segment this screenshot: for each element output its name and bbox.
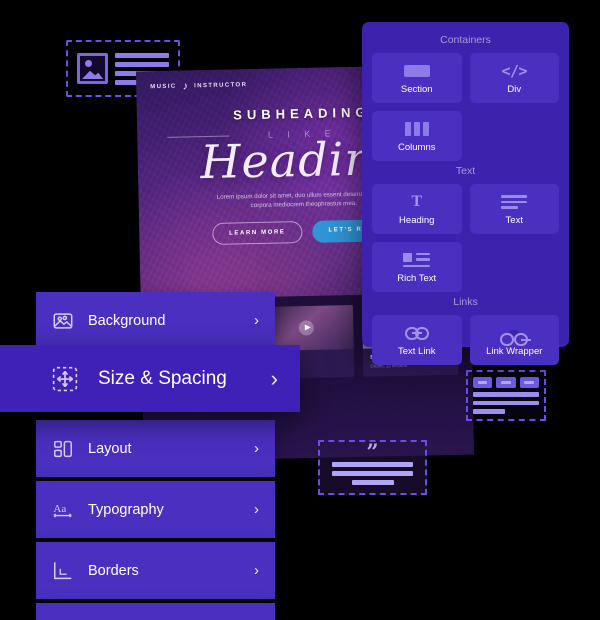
menu-item-borders[interactable]: Borders › xyxy=(36,542,275,599)
tile-label: Link Wrapper xyxy=(486,345,543,357)
settings-menu: Background › Size & Spacing › Layout › A… xyxy=(0,292,300,620)
section-title-text: Text xyxy=(455,165,476,177)
heading-t-icon: T xyxy=(411,193,423,210)
columns-icon xyxy=(404,120,429,139)
quote-mark-icon: ” xyxy=(366,439,379,464)
code-brackets-icon: </> xyxy=(501,62,528,80)
section-title-links: Links xyxy=(453,296,478,308)
link-wrapper-icon xyxy=(500,324,529,346)
nav-spacer xyxy=(253,83,369,85)
quote-bar xyxy=(331,471,414,476)
brand-right-text: INSTRUCTOR xyxy=(194,82,248,90)
text-grid: T Heading Text Rich Text xyxy=(372,184,559,292)
quote-bar xyxy=(331,462,414,467)
borders-icon xyxy=(52,560,74,582)
brand-left-text: MUSIC xyxy=(150,83,177,91)
tile-label: Div xyxy=(507,83,522,95)
columns-bar xyxy=(473,400,539,406)
tile-label: Rich Text xyxy=(397,272,437,284)
menu-item-label: Size & Spacing xyxy=(98,367,227,389)
quote-bar-short xyxy=(351,480,394,485)
screenshot-stage: MUSIC ♪ INSTRUCTOR CASES BLOG SUBHEADING… xyxy=(0,0,600,620)
menu-item-background[interactable]: Background › xyxy=(36,292,275,349)
tile-div[interactable]: </> Div xyxy=(469,53,559,103)
tile-label: Text Link xyxy=(398,345,436,357)
rich-text-icon xyxy=(403,251,431,270)
menu-item-label: Layout xyxy=(88,440,132,457)
chevron-right-icon: › xyxy=(254,562,259,579)
tile-section[interactable]: Section xyxy=(372,53,462,103)
tile-heading[interactable]: T Heading xyxy=(372,184,462,234)
brand-logo[interactable]: MUSIC ♪ INSTRUCTOR xyxy=(150,80,247,93)
move-arrows-icon xyxy=(52,366,78,392)
chevron-right-icon: › xyxy=(254,501,259,518)
section-icon xyxy=(403,62,430,81)
tile-label: Section xyxy=(400,83,433,95)
chevron-right-icon: › xyxy=(254,312,259,329)
svg-text:Aa: Aa xyxy=(53,502,66,514)
tile-label: Columns xyxy=(398,141,436,153)
tile-label: Heading xyxy=(399,214,435,226)
chevron-right-icon: › xyxy=(270,365,278,391)
menu-item-label: Typography xyxy=(88,501,164,518)
learn-more-button[interactable]: LEARN MORE xyxy=(211,221,303,245)
menu-item-typography[interactable]: Aa Typography › xyxy=(36,481,275,538)
typography-aa-icon: Aa xyxy=(52,499,74,521)
columns-placeholder[interactable] xyxy=(466,370,546,421)
tile-label: Text xyxy=(505,214,523,226)
links-grid: Text Link Link Wrapper xyxy=(372,315,559,365)
tile-rich-text[interactable]: Rich Text xyxy=(372,242,462,292)
columns-bar-short xyxy=(473,409,505,415)
menu-item-size-spacing[interactable]: Size & Spacing › xyxy=(0,345,300,412)
columns-bar xyxy=(473,392,539,397)
music-note-icon: ♪ xyxy=(182,79,189,93)
tile-link-wrapper[interactable]: Link Wrapper xyxy=(469,315,559,365)
menu-item-effects[interactable]: Effects › xyxy=(36,603,275,620)
image-placeholder-icon xyxy=(77,53,108,84)
tile-columns[interactable]: Columns xyxy=(372,111,462,161)
layout-icon xyxy=(52,438,74,460)
tile-text-link[interactable]: Text Link xyxy=(372,315,462,365)
containers-grid: Section </> Div Columns xyxy=(372,53,559,161)
columns-row xyxy=(473,377,539,388)
link-icon xyxy=(404,324,429,343)
menu-item-label: Borders xyxy=(88,562,139,579)
image-icon xyxy=(52,310,74,332)
menu-item-label: Background xyxy=(88,312,166,329)
play-icon xyxy=(298,320,315,336)
menu-item-layout[interactable]: Layout › xyxy=(36,420,275,477)
tile-text[interactable]: Text xyxy=(469,184,559,234)
chevron-right-icon: › xyxy=(254,440,259,457)
quote-placeholder[interactable]: ” xyxy=(318,440,427,495)
section-title-containers: Containers xyxy=(440,34,491,46)
text-lines-icon xyxy=(501,193,528,212)
element-picker-panel: Containers Section </> Div Columns Text … xyxy=(362,22,569,365)
